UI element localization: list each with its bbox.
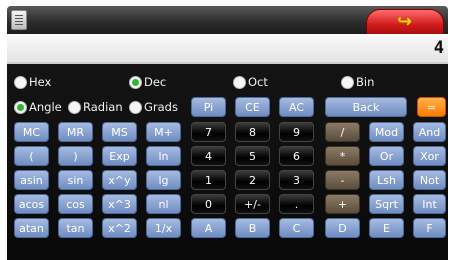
key-button[interactable]: Xor <box>413 146 446 166</box>
key-button[interactable]: 1/x <box>146 218 181 238</box>
radio-label: Bin <box>356 75 375 89</box>
key-button[interactable]: atan <box>14 218 49 238</box>
key-button[interactable]: A <box>191 218 226 238</box>
radio-label: Grads <box>144 100 178 114</box>
radio-label: Dec <box>144 75 167 89</box>
key-button[interactable]: asin <box>14 170 49 190</box>
key-button[interactable]: Int <box>413 194 446 214</box>
key-button[interactable]: C <box>279 218 314 238</box>
radio-angle[interactable]: Angle <box>14 99 62 115</box>
radio-dec[interactable]: Dec <box>129 74 166 90</box>
key-button[interactable]: ) <box>58 146 93 166</box>
radio-indicator <box>129 100 142 114</box>
key-button[interactable]: E <box>369 218 404 238</box>
radio-label: Radian <box>83 100 123 114</box>
key-button[interactable]: M+ <box>146 122 181 142</box>
key-button[interactable]: 4 <box>191 146 226 166</box>
key-button[interactable]: 6 <box>279 146 314 166</box>
result-display: 4 <box>7 34 448 64</box>
key-button[interactable]: tan <box>58 218 93 238</box>
key-button[interactable]: +/- <box>235 194 270 214</box>
radio-indicator <box>341 75 354 89</box>
pi-button[interactable]: Pi <box>191 97 226 117</box>
key-button[interactable]: ( <box>14 146 49 166</box>
key-button[interactable]: * <box>325 146 360 166</box>
display-value: 4 <box>433 38 444 58</box>
key-button[interactable]: And <box>413 122 446 142</box>
key-button[interactable]: Not <box>413 170 446 190</box>
radio-indicator <box>14 75 27 89</box>
radio-bin[interactable]: Bin <box>341 74 374 90</box>
radio-indicator <box>14 100 27 114</box>
radio-hex[interactable]: Hex <box>14 74 51 90</box>
key-button[interactable]: F <box>413 218 446 238</box>
return-button[interactable]: ↩ <box>366 9 444 35</box>
key-button[interactable]: 0 <box>191 194 226 214</box>
key-button[interactable]: MC <box>14 122 49 142</box>
key-button[interactable]: B <box>235 218 270 238</box>
key-button[interactable]: nl <box>146 194 181 214</box>
radio-indicator <box>129 75 142 89</box>
radio-indicator <box>68 100 81 114</box>
radio-radian[interactable]: Radian <box>68 99 123 115</box>
key-button[interactable]: 3 <box>279 170 314 190</box>
key-button[interactable]: MR <box>58 122 93 142</box>
radio-indicator <box>233 75 246 89</box>
keypad: Hex Dec Oct Bin Angle Radian Grads Pi CE… <box>7 64 448 260</box>
key-button[interactable]: 5 <box>235 146 270 166</box>
title-bar: ↩ <box>7 6 448 35</box>
key-button[interactable]: lg <box>146 170 181 190</box>
radio-oct[interactable]: Oct <box>233 74 268 90</box>
key-button[interactable]: x^y <box>102 170 137 190</box>
key-button[interactable]: MS <box>102 122 137 142</box>
key-button[interactable]: x^2 <box>102 218 137 238</box>
key-button[interactable]: 9 <box>279 122 314 142</box>
key-button[interactable]: Or <box>369 146 404 166</box>
key-button[interactable]: sin <box>58 170 93 190</box>
key-button[interactable]: ln <box>146 146 181 166</box>
key-button[interactable]: Mod <box>369 122 404 142</box>
equals-button[interactable]: = <box>417 97 446 117</box>
key-button[interactable]: x^3 <box>102 194 137 214</box>
key-button[interactable]: 2 <box>235 170 270 190</box>
key-button[interactable]: acos <box>14 194 49 214</box>
radio-label: Angle <box>29 100 62 114</box>
key-button[interactable]: Sqrt <box>369 194 404 214</box>
key-button[interactable]: Lsh <box>369 170 404 190</box>
key-button[interactable]: cos <box>58 194 93 214</box>
return-arrow-icon: ↩ <box>397 11 413 32</box>
key-button[interactable]: Exp <box>102 146 137 166</box>
radio-label: Oct <box>248 75 268 89</box>
key-button[interactable]: . <box>279 194 314 214</box>
key-button[interactable]: 7 <box>191 122 226 142</box>
backspace-button[interactable]: Back <box>325 97 407 117</box>
key-button[interactable]: - <box>325 170 360 190</box>
radio-label: Hex <box>29 75 52 89</box>
calculator-app-icon <box>11 10 27 30</box>
key-button[interactable]: 1 <box>191 170 226 190</box>
all-clear-button[interactable]: AC <box>279 97 314 117</box>
key-button[interactable]: D <box>325 218 360 238</box>
key-button[interactable]: 8 <box>235 122 270 142</box>
key-button[interactable]: + <box>325 194 360 214</box>
radio-grads[interactable]: Grads <box>129 99 178 115</box>
clear-entry-button[interactable]: CE <box>235 97 270 117</box>
key-button[interactable]: / <box>325 122 360 142</box>
